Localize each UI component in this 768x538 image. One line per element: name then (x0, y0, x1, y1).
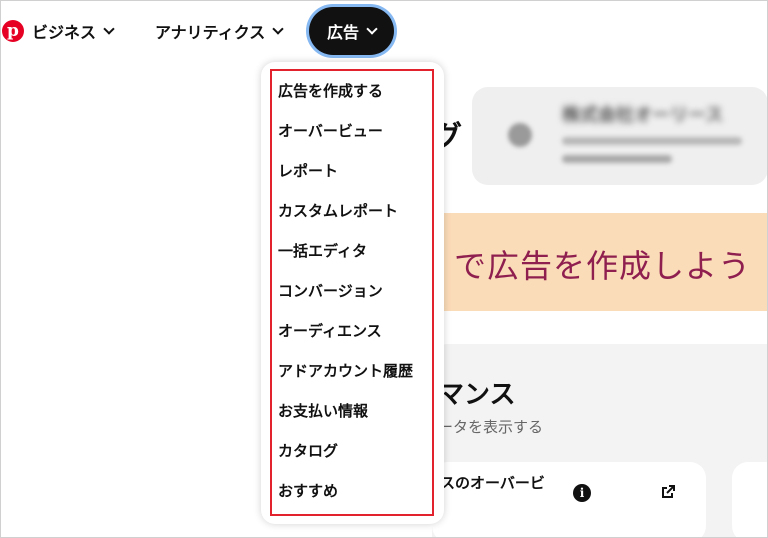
overview-card-title: スのオーバービ (440, 474, 545, 492)
menu-item[interactable]: オーディエンス (261, 310, 444, 350)
chevron-down-icon (272, 22, 284, 35)
overview-card[interactable]: スのオーバービ i (432, 462, 706, 538)
external-link-icon[interactable] (658, 482, 678, 502)
menu-item[interactable]: オーバービュー (261, 110, 444, 150)
promo-text: で広告を作成しよう (454, 247, 752, 285)
promo-banner[interactable]: で広告を作成しよう (432, 213, 768, 311)
account-id-blurred (562, 155, 672, 163)
menu-item[interactable]: 広告を作成する (261, 70, 444, 110)
account-card[interactable]: 株式会社オーリース (472, 87, 768, 185)
menu-item[interactable]: コンバージョン (261, 270, 444, 310)
ads-menu-list: 広告を作成する オーバービュー レポート カスタムレポート 一括エディタ コンバージョンオ… (261, 70, 444, 510)
menu-item[interactable]: アドアカウント履歴 (261, 350, 444, 390)
nav-ads[interactable]: 広告 (309, 7, 394, 55)
performance-title: マンス (438, 380, 516, 410)
nav-business[interactable]: ビジネス (32, 18, 115, 44)
info-icon[interactable]: i (573, 484, 591, 502)
nav-business-label: ビジネス (32, 23, 97, 42)
pinterest-logo-icon[interactable]: p (2, 20, 24, 42)
menu-item[interactable]: カスタムレポート (261, 190, 444, 230)
chevron-down-icon (103, 22, 115, 35)
chevron-down-icon (366, 22, 378, 35)
performance-subtitle-link[interactable]: ータを表示する (438, 416, 543, 437)
account-detail-blurred (562, 137, 742, 145)
menu-item[interactable]: カタログ (261, 430, 444, 470)
nav-analytics[interactable]: アナリティクス (155, 18, 284, 44)
account-avatar (508, 123, 532, 147)
nav-analytics-label: アナリティクス (155, 23, 266, 42)
menu-item[interactable]: レポート (261, 150, 444, 190)
performance-panel: マンス ータを表示する スのオーバービ i (432, 344, 768, 538)
menu-item[interactable]: 一括エディタ (261, 230, 444, 270)
account-name: 株式会社オーリース (562, 105, 724, 126)
menu-item[interactable]: おすすめ (261, 470, 444, 510)
nav-ads-label: 広告 (326, 23, 359, 42)
menu-item[interactable]: お支払い情報 (261, 390, 444, 430)
top-nav: p ビジネス アナリティクス 広告 (0, 0, 768, 62)
secondary-card[interactable] (732, 462, 768, 538)
